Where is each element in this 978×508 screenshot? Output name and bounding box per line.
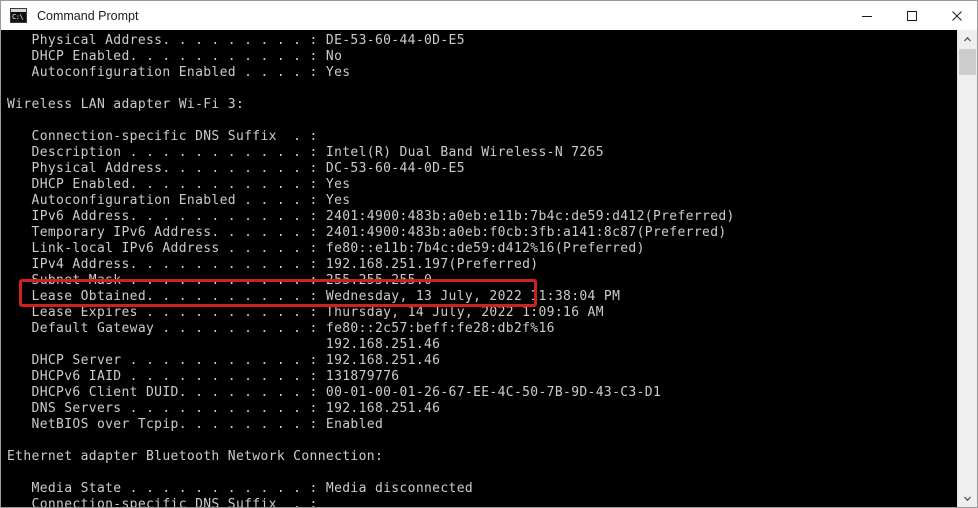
console-line: Lease Obtained. . . . . . . . . . : Wedn… xyxy=(7,289,621,304)
console-line: Wireless LAN adapter Wi-Fi 3: xyxy=(7,97,245,112)
chevron-up-icon xyxy=(964,36,971,42)
console-line: Subnet Mask . . . . . . . . . . . : 255.… xyxy=(7,273,433,288)
console-line: Temporary IPv6 Address. . . . . . : 2401… xyxy=(7,225,727,240)
chevron-down-icon xyxy=(964,496,971,502)
console-line: Autoconfiguration Enabled . . . . : Yes xyxy=(7,65,351,80)
console-line: Physical Address. . . . . . . . . : DE-5… xyxy=(7,33,465,48)
console-line-list: Physical Address. . . . . . . . . : DE-5… xyxy=(1,30,735,508)
close-button[interactable] xyxy=(934,1,977,30)
title-bar[interactable]: C:\ Command Prompt xyxy=(1,1,977,30)
console-line: DHCPv6 IAID . . . . . . . . . . . : 1318… xyxy=(7,369,400,384)
console-line: Physical Address. . . . . . . . . : DC-5… xyxy=(7,161,465,176)
console-line: DHCP Server . . . . . . . . . . . : 192.… xyxy=(7,353,441,368)
console-line: Ethernet adapter Bluetooth Network Conne… xyxy=(7,449,384,464)
console-line: DNS Servers . . . . . . . . . . . : 192.… xyxy=(7,401,441,416)
console-line: 192.168.251.46 xyxy=(7,337,441,352)
title-bar-left: C:\ Command Prompt xyxy=(1,8,138,23)
window-title: Command Prompt xyxy=(37,8,139,23)
console-line: DHCP Enabled. . . . . . . . . . . : Yes xyxy=(7,177,351,192)
minimize-button[interactable] xyxy=(844,1,889,30)
console-line: Media State . . . . . . . . . . . : Medi… xyxy=(7,481,474,496)
command-prompt-icon-glyph: C:\ xyxy=(12,13,24,21)
console-line: IPv4 Address. . . . . . . . . . . : 192.… xyxy=(7,257,539,272)
close-icon xyxy=(951,10,962,21)
console-line: Connection-specific DNS Suffix . : xyxy=(7,129,318,144)
maximize-icon xyxy=(906,10,917,21)
console-line: Connection-specific DNS Suffix . : xyxy=(7,497,318,508)
console-output[interactable]: Physical Address. . . . . . . . . : DE-5… xyxy=(1,30,959,508)
console-line: Lease Expires . . . . . . . . . . : Thur… xyxy=(7,305,604,320)
window-controls xyxy=(844,1,977,30)
console-line: DHCPv6 Client DUID. . . . . . . . : 00-0… xyxy=(7,385,662,400)
maximize-button[interactable] xyxy=(889,1,934,30)
scrollbar-thumb[interactable] xyxy=(959,49,976,75)
console-line: NetBIOS over Tcpip. . . . . . . . : Enab… xyxy=(7,417,384,432)
scroll-up-button[interactable] xyxy=(958,30,977,49)
console-line: IPv6 Address. . . . . . . . . . . : 2401… xyxy=(7,209,735,224)
console-line: DHCP Enabled. . . . . . . . . . . : No xyxy=(7,49,343,64)
vertical-scrollbar[interactable] xyxy=(957,30,977,507)
command-prompt-icon: C:\ xyxy=(10,8,27,23)
console-line: Autoconfiguration Enabled . . . . : Yes xyxy=(7,193,351,208)
minimize-icon xyxy=(861,15,872,17)
scroll-down-button[interactable] xyxy=(958,489,977,507)
command-prompt-window: C:\ Command Prompt Physical Address. . .… xyxy=(0,0,978,508)
console-line: Default Gateway . . . . . . . . . : fe80… xyxy=(7,321,555,336)
console-line: Link-local IPv6 Address . . . . . : fe80… xyxy=(7,241,645,256)
console-line: Description . . . . . . . . . . . : Inte… xyxy=(7,145,604,160)
